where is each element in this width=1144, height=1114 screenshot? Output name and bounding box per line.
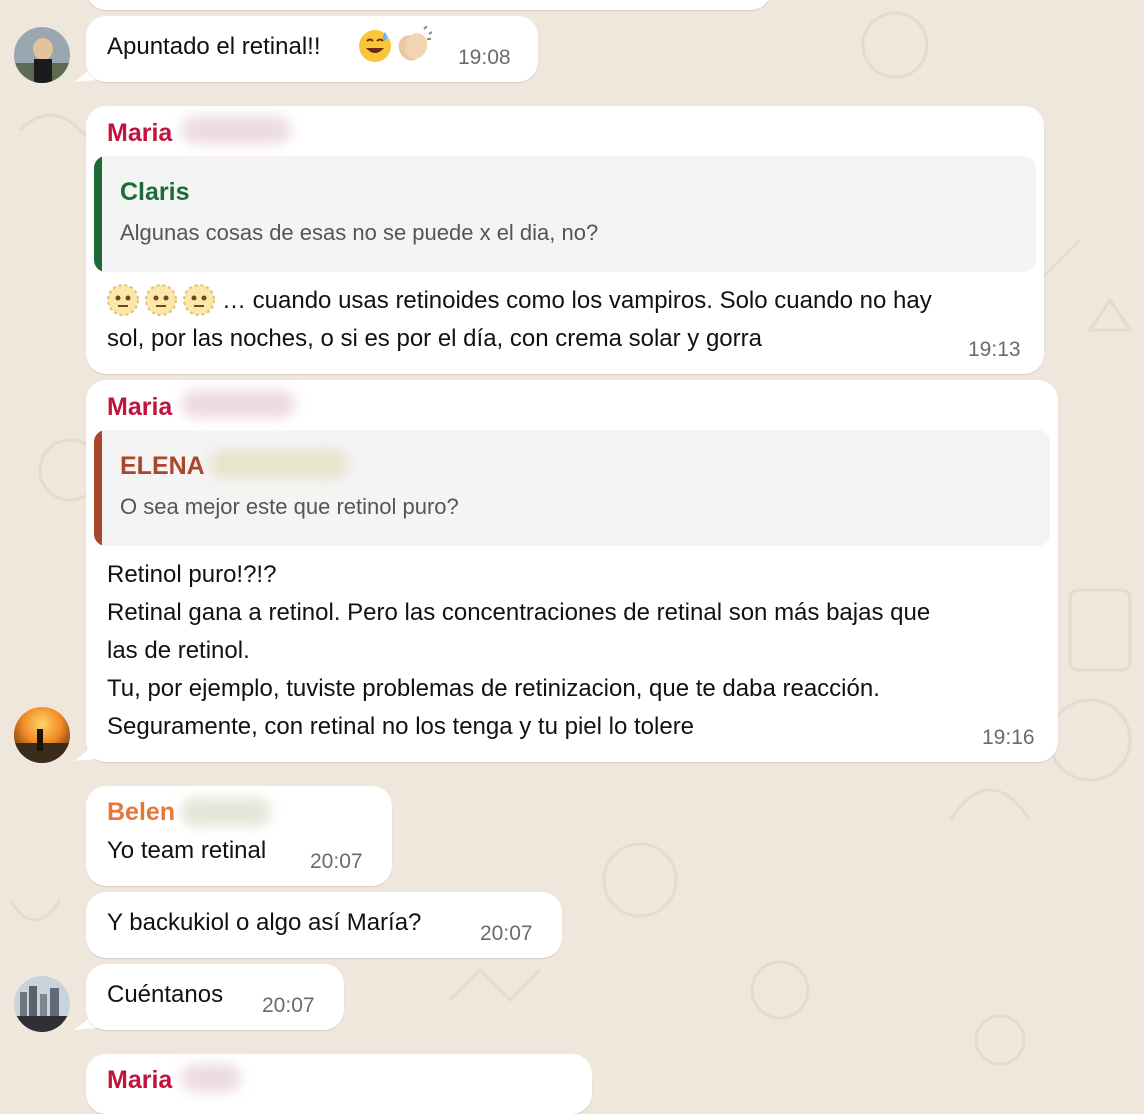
sender-name[interactable]: Maria [107,393,172,422]
quote-sender-name: ELENA [120,452,205,480]
message-bubble[interactable]: Y backukiol o algo así María? 20:07 [86,892,562,958]
message-bubble[interactable]: Cuéntanos 20:07 [86,964,344,1030]
redacted-phone [209,450,349,478]
avatar-photo [14,976,70,1032]
avatar-photo [14,707,70,763]
message-bubble-partial[interactable] [86,0,771,10]
sender-name[interactable]: Maria [107,119,172,148]
redacted-phone [181,116,291,144]
message-text: Retinol puro!?!? Retinal gana a retinol.… [107,561,931,740]
sender-name[interactable]: Belen [107,798,175,827]
quote-bar [94,430,102,546]
avatar[interactable] [14,27,70,83]
avatar[interactable] [14,707,70,763]
clapping-hands-emoji [398,26,432,61]
sender-name[interactable]: Maria [107,1066,172,1095]
message-bubble[interactable]: Maria ELENA O sea mejor este que retinol… [86,380,1058,762]
quoted-message[interactable]: Claris Algunas cosas de esas no se puede… [94,156,1036,272]
avatar[interactable] [14,976,70,1032]
message-text: Apuntado el retinal!! [107,33,321,60]
message-text: Yo team retinal [107,837,267,864]
grinning-sweat-emoji [359,30,391,62]
avatar-photo [14,27,70,83]
message-text: Y backukiol o algo así María? [107,909,422,936]
message-bubble[interactable]: Apuntado el retinal!! 19:08 [86,16,538,82]
quote-text: O sea mejor este que retinol puro? [120,494,459,519]
message-bubble[interactable]: Belen Yo team retinal 20:07 [86,786,392,886]
quote-sender-name: Claris [120,178,190,206]
message-text: … cuando usas retinoides como los vampir… [107,287,932,352]
redacted-phone [181,798,271,826]
message-time: 20:07 [310,850,363,873]
message-time: 20:07 [480,922,533,945]
quote-bar [94,156,102,272]
quote-text: Algunas cosas de esas no se puede x el d… [120,220,599,245]
message-bubble[interactable]: Maria Claris Algunas cosas de esas no se… [86,106,1044,374]
redacted-phone [181,390,296,418]
message-time: 20:07 [262,994,315,1017]
redacted-phone [181,1064,241,1092]
message-time: 19:13 [968,338,1021,361]
message-bubble-partial[interactable]: Maria [86,1054,592,1114]
message-text: Cuéntanos [107,981,224,1008]
message-time: 19:08 [458,46,511,69]
quoted-message[interactable]: ELENA O sea mejor este que retinol puro? [94,430,1050,546]
bubble-tail [74,741,96,761]
message-time: 19:16 [982,726,1035,749]
